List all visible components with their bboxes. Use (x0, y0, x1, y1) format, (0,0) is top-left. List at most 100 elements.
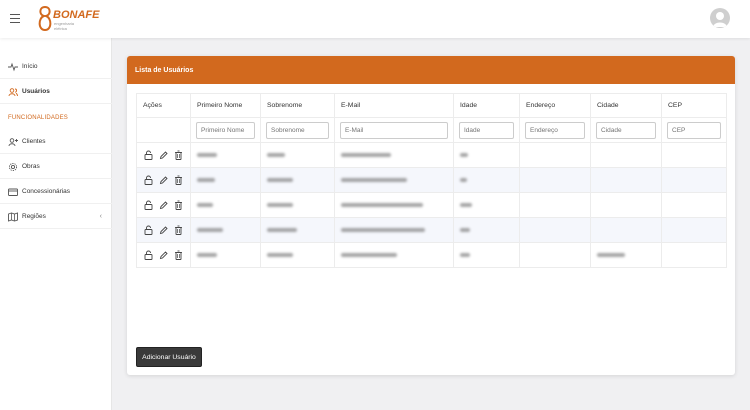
redacted-text (197, 252, 217, 257)
filter-cep-input[interactable] (667, 121, 721, 139)
column-header-cidade[interactable]: Cidade (590, 93, 662, 118)
redacted-text (341, 227, 425, 232)
table-cell (334, 142, 454, 168)
table-cell (661, 142, 727, 168)
table-cell (190, 192, 261, 218)
user-plus-icon (8, 137, 18, 147)
sidebar-item-concessionarias[interactable]: Concessionárias (0, 180, 112, 204)
redacted-text (460, 252, 470, 257)
sidebar: Início Usuários FUNCIONALIDADES Clientes… (0, 38, 112, 410)
users-icon (8, 87, 18, 97)
sidebar-item-obras[interactable]: Obras (0, 155, 112, 179)
svg-text:elétrica: elétrica (54, 26, 68, 31)
sidebar-item-regioes[interactable]: Regiões ‹ (0, 205, 112, 229)
column-header-endereco[interactable]: Endereço (519, 93, 591, 118)
delete-icon[interactable] (173, 200, 183, 210)
unlock-icon[interactable] (143, 150, 153, 160)
redacted-text (460, 177, 467, 182)
column-header-cep[interactable]: CEP (661, 93, 727, 118)
chevron-left-icon[interactable]: ‹ (100, 213, 102, 220)
table-cell (519, 217, 591, 243)
table-cell (260, 242, 335, 268)
table-cell (334, 192, 454, 218)
column-header-primeiro-nome[interactable]: Primeiro Nome (190, 93, 261, 118)
add-user-button[interactable]: Adicionar Usuário (136, 347, 202, 367)
redacted-text (460, 227, 470, 232)
table-cell (190, 142, 261, 168)
column-header-idade[interactable]: Idade (453, 93, 520, 118)
credit-card-icon (8, 187, 18, 197)
table-cell (590, 242, 662, 268)
column-header-email[interactable]: E-Mail (334, 93, 454, 118)
column-header-acoes: Ações (136, 93, 191, 118)
table-cell (519, 142, 591, 168)
redacted-text (341, 202, 423, 207)
redacted-text (267, 227, 297, 232)
edit-icon[interactable] (158, 200, 168, 210)
table-cell (590, 192, 662, 218)
table-header-row: Ações Primeiro Nome Sobrenome E-Mail Ida… (136, 93, 727, 118)
table-row (136, 242, 727, 268)
section-heading: FUNCIONALIDADES (8, 115, 69, 121)
table-cell (334, 217, 454, 243)
sidebar-item-label: Regiões (22, 213, 46, 220)
table-cell (590, 167, 662, 193)
table-cell (334, 167, 454, 193)
table-cell (260, 192, 335, 218)
filter-sobrenome-input[interactable] (266, 121, 329, 139)
table-cell (453, 242, 520, 268)
table-cell (661, 242, 727, 268)
edit-icon[interactable] (158, 250, 168, 260)
table-cell (519, 192, 591, 218)
sidebar-item-label: Usuários (22, 88, 50, 95)
redacted-text (341, 177, 407, 182)
filter-primeiro-nome-input[interactable] (196, 121, 255, 139)
table-cell (260, 217, 335, 243)
filter-email-input[interactable] (340, 121, 448, 139)
filter-cidade-input[interactable] (596, 121, 656, 139)
unlock-icon[interactable] (143, 175, 153, 185)
table-cell (590, 142, 662, 168)
filter-idade-input[interactable] (459, 121, 514, 139)
column-header-sobrenome[interactable]: Sobrenome (260, 93, 335, 118)
table-row (136, 192, 727, 218)
table-cell (519, 242, 591, 268)
table-cell (453, 217, 520, 243)
redacted-text (267, 202, 293, 207)
delete-icon[interactable] (173, 150, 183, 160)
sidebar-item-inicio[interactable]: Início (0, 55, 112, 79)
redacted-text (341, 252, 397, 257)
delete-icon[interactable] (173, 175, 183, 185)
table-cell (661, 167, 727, 193)
table-row (136, 142, 727, 168)
unlock-icon[interactable] (143, 250, 153, 260)
table-cell (453, 142, 520, 168)
brand-logo[interactable]: BONAFE engenharia elétrica (36, 4, 116, 34)
redacted-text (267, 152, 285, 157)
edit-icon[interactable] (158, 175, 168, 185)
unlock-icon[interactable] (143, 225, 153, 235)
svg-text:BONAFE: BONAFE (53, 9, 100, 21)
table-row (136, 167, 727, 193)
unlock-icon[interactable] (143, 200, 153, 210)
filter-endereco-input[interactable] (525, 121, 585, 139)
table-cell (260, 167, 335, 193)
sidebar-item-usuarios[interactable]: Usuários (0, 80, 112, 104)
edit-icon[interactable] (158, 150, 168, 160)
sidebar-item-label: Concessionárias (22, 188, 71, 195)
table-cell (453, 167, 520, 193)
user-avatar[interactable] (710, 8, 730, 28)
settings-icon (8, 162, 18, 172)
sidebar-item-clientes[interactable]: Clientes (0, 130, 112, 154)
top-bar: BONAFE engenharia elétrica (0, 0, 750, 38)
card-title: Lista de Usuários (127, 56, 735, 84)
edit-icon[interactable] (158, 225, 168, 235)
redacted-text (267, 177, 293, 182)
sidebar-item-label: Início (22, 63, 38, 70)
delete-icon[interactable] (173, 250, 183, 260)
redacted-text (460, 152, 468, 157)
delete-icon[interactable] (173, 225, 183, 235)
redacted-text (197, 152, 217, 157)
hamburger-menu-icon[interactable] (10, 14, 20, 24)
redacted-text (341, 152, 391, 157)
